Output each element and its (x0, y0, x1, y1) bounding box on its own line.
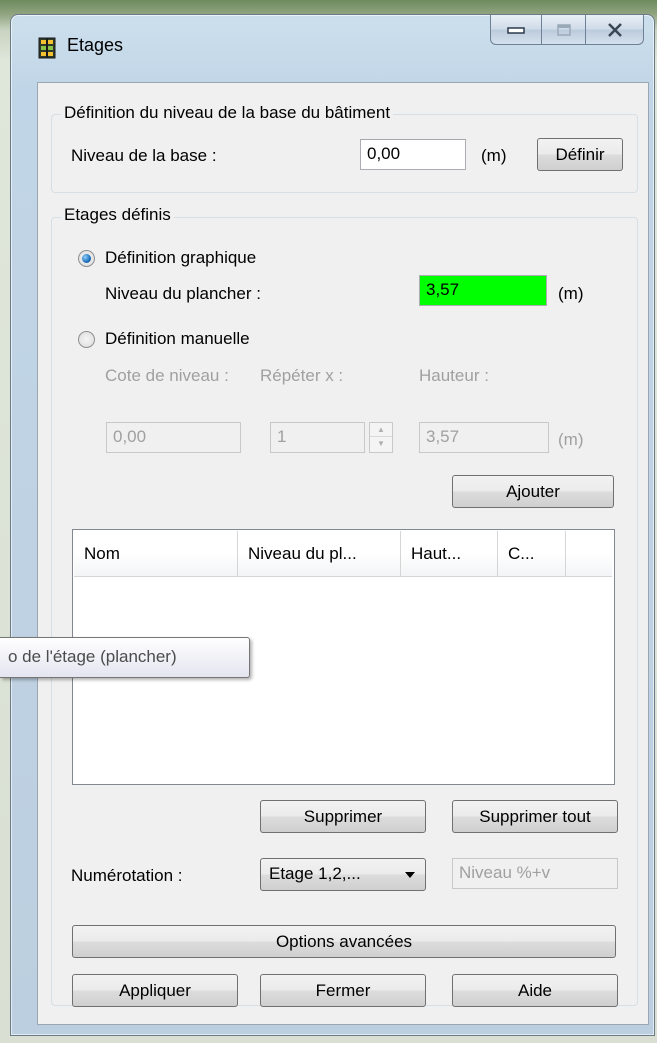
column-header-nom[interactable]: Nom (74, 531, 238, 577)
add-button[interactable]: Ajouter (452, 475, 614, 508)
graphic-definition-radio[interactable] (78, 250, 95, 267)
apply-button[interactable]: Appliquer (72, 974, 238, 1007)
manual-definition-label[interactable]: Définition manuelle (105, 329, 250, 349)
numbering-dropdown[interactable]: Etage 1,2,... (260, 858, 426, 891)
numbering-label: Numérotation : (71, 866, 183, 885)
floors-legend: Etages définis (61, 205, 174, 225)
dialog-client-area: Définition du niveau de la base du bâtim… (37, 82, 649, 1025)
delete-button[interactable]: Supprimer (260, 800, 426, 833)
base-level-label: Niveau de la base : (71, 146, 217, 165)
height-unit: (m) (558, 430, 584, 449)
advanced-options-button[interactable]: Options avancées (72, 925, 616, 958)
etages-window: Etages Définition du niveau de la base d… (10, 14, 655, 1036)
graphic-definition-label[interactable]: Définition graphique (105, 248, 256, 268)
window-controls (490, 15, 644, 45)
tooltip: o de l'étage (plancher) (0, 637, 250, 678)
maximize-icon (556, 23, 571, 36)
repeat-input[interactable]: 1 (270, 422, 365, 453)
numbering-value: Etage 1,2,... (269, 864, 361, 883)
column-header-hauteur[interactable]: Haut... (401, 531, 498, 577)
floor-level-unit: (m) (558, 284, 584, 303)
column-header-c[interactable]: C... (498, 531, 566, 577)
close-icon (607, 22, 622, 37)
base-level-unit: (m) (481, 146, 507, 165)
radio-selected-dot (82, 254, 91, 263)
help-button[interactable]: Aide (452, 974, 618, 1007)
minimize-icon (507, 26, 525, 34)
define-button[interactable]: Définir (537, 138, 623, 171)
building-floors-icon (38, 37, 56, 59)
floor-level-label: Niveau du plancher : (105, 284, 261, 303)
close-window-button[interactable] (586, 15, 644, 45)
window-title: Etages (67, 35, 124, 55)
cote-niveau-input[interactable]: 0,00 (106, 422, 241, 453)
base-level-legend: Définition du niveau de la base du bâtim… (61, 103, 394, 123)
chevron-down-icon (405, 872, 415, 878)
repeat-spinner[interactable]: ▲ ▼ (369, 422, 393, 453)
spin-down-icon[interactable]: ▼ (370, 437, 392, 451)
spin-up-icon[interactable]: ▲ (370, 423, 392, 437)
height-input[interactable]: 3,57 (419, 422, 549, 453)
column-header-niveau[interactable]: Niveau du pl... (238, 531, 401, 577)
maximize-button[interactable] (542, 15, 586, 45)
repeat-label: Répéter x : (260, 366, 344, 385)
height-label: Hauteur : (419, 366, 489, 385)
cote-niveau-label: Cote de niveau : (105, 366, 229, 385)
manual-definition-radio[interactable] (78, 331, 95, 348)
niveau-format-input[interactable]: Niveau %+v (452, 858, 618, 889)
close-button[interactable]: Fermer (260, 974, 426, 1007)
title-bar[interactable]: Etages (11, 15, 654, 75)
base-level-input[interactable]: 0,00 (360, 139, 466, 170)
floor-level-input[interactable]: 3,57 (419, 275, 547, 306)
minimize-button[interactable] (490, 15, 542, 45)
list-header: Nom Niveau du pl... Haut... C... (74, 531, 612, 577)
column-header-spacer (566, 531, 612, 577)
delete-all-button[interactable]: Supprimer tout (452, 800, 618, 833)
